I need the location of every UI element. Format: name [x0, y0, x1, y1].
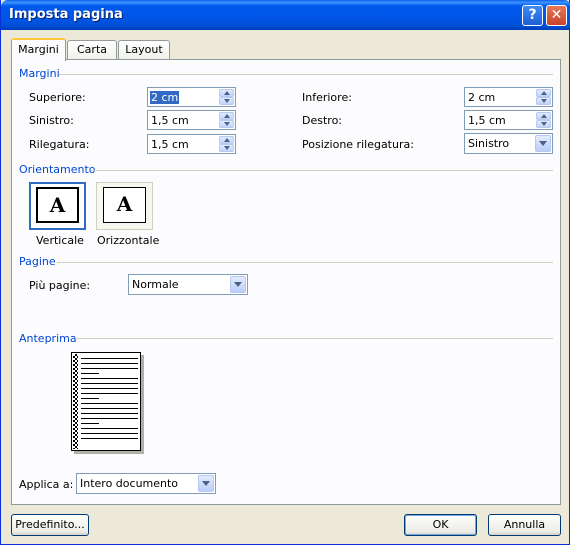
piu-pagine-label: Più pagine: — [29, 279, 91, 292]
preview-text-line — [81, 378, 138, 379]
section-separator — [91, 170, 553, 171]
page-setup-dialog: Imposta pagina ? ✕ Margini Carta Layout … — [0, 0, 570, 545]
ok-button[interactable]: OK — [404, 514, 477, 536]
orientation-landscape-button[interactable]: A — [96, 182, 153, 230]
preview-text-line — [81, 438, 138, 439]
chevron-down-icon[interactable] — [535, 135, 551, 152]
sinistro-spinner[interactable]: 1,5 cm — [147, 110, 236, 130]
preview-text-line — [81, 388, 138, 389]
portrait-label: Verticale — [36, 234, 84, 247]
help-button[interactable]: ? — [522, 5, 543, 26]
spin-up-icon[interactable] — [536, 89, 551, 97]
posizione-rilegatura-value: Sinistro — [468, 137, 510, 150]
section-orientamento-title: Orientamento — [19, 163, 96, 176]
sinistro-spin-arrows[interactable] — [219, 112, 234, 128]
landscape-page-icon: A — [103, 187, 146, 223]
piu-pagine-select[interactable]: Normale — [128, 274, 248, 295]
rilegatura-spinner[interactable]: 1,5 cm — [147, 134, 236, 154]
destro-value[interactable]: 1,5 cm — [468, 114, 506, 127]
applica-a-value: Intero documento — [80, 477, 179, 490]
inferiore-spinner[interactable]: 2 cm — [464, 87, 553, 107]
preview-text-line — [81, 408, 138, 409]
preview-text-line — [81, 413, 138, 414]
posizione-rilegatura-select[interactable]: Sinistro — [464, 133, 553, 154]
piu-pagine-value: Normale — [132, 278, 179, 291]
spin-down-icon[interactable] — [219, 97, 234, 105]
applica-a-label: Applica a: — [19, 478, 74, 491]
landscape-glyph: A — [116, 192, 133, 216]
applica-a-select[interactable]: Intero documento — [76, 473, 216, 494]
inferiore-label: Inferiore: — [302, 91, 352, 104]
preview-text-line — [81, 363, 138, 364]
sinistro-value[interactable]: 1,5 cm — [151, 114, 189, 127]
preview-text-line — [81, 403, 138, 404]
preview-text-line — [81, 373, 99, 374]
rilegatura-value[interactable]: 1,5 cm — [151, 138, 189, 151]
spin-up-icon[interactable] — [219, 136, 234, 144]
preview-text-line — [81, 398, 99, 399]
chevron-down-icon[interactable] — [230, 276, 246, 293]
superiore-label: Superiore: — [29, 91, 86, 104]
cancel-button[interactable]: Annulla — [488, 514, 561, 536]
rilegatura-label: Rilegatura: — [29, 138, 90, 151]
inferiore-value[interactable]: 2 cm — [468, 91, 495, 104]
sinistro-label: Sinistro: — [29, 114, 74, 127]
preview-text-line — [81, 368, 138, 369]
inferiore-spin-arrows[interactable] — [536, 89, 551, 105]
tab-carta[interactable]: Carta — [67, 40, 117, 60]
section-margini-title: Margini — [19, 67, 60, 80]
spin-up-icon[interactable] — [536, 112, 551, 120]
page-preview — [71, 352, 141, 451]
tab-layout[interactable]: Layout — [118, 40, 170, 60]
superiore-spin-arrows[interactable] — [219, 89, 234, 105]
portrait-glyph: A — [49, 193, 66, 217]
dialog-title: Imposta pagina — [9, 7, 123, 22]
superiore-spinner[interactable]: 2 cm — [147, 87, 236, 107]
preview-text-line — [81, 358, 138, 359]
destro-spin-arrows[interactable] — [536, 112, 551, 128]
preview-text-line — [81, 393, 138, 394]
portrait-page-icon: A — [36, 187, 79, 223]
title-bar: Imposta pagina ? ✕ — [1, 0, 570, 30]
preview-text-line — [81, 423, 99, 424]
superiore-value[interactable]: 2 cm — [150, 91, 180, 104]
spin-down-icon[interactable] — [219, 144, 234, 152]
default-button[interactable]: Predefinito... — [11, 514, 89, 536]
spin-down-icon[interactable] — [536, 120, 551, 128]
gutter-marker — [73, 354, 78, 449]
chevron-down-icon[interactable] — [198, 475, 214, 492]
destro-label: Destro: — [302, 114, 342, 127]
spin-down-icon[interactable] — [219, 120, 234, 128]
orientation-portrait-button[interactable]: A — [29, 182, 86, 230]
spin-up-icon[interactable] — [219, 89, 234, 97]
destro-spinner[interactable]: 1,5 cm — [464, 110, 553, 130]
preview-text-line — [81, 383, 138, 384]
spin-down-icon[interactable] — [536, 97, 551, 105]
section-anteprima-title: Anteprima — [19, 332, 77, 345]
posizione-rilegatura-label: Posizione rilegatura: — [302, 138, 414, 151]
spin-up-icon[interactable] — [219, 112, 234, 120]
tab-margini[interactable]: Margini — [11, 38, 66, 61]
section-separator — [59, 74, 553, 75]
close-button[interactable]: ✕ — [546, 5, 567, 26]
preview-text-line — [81, 433, 138, 434]
section-pagine-title: Pagine — [19, 255, 56, 268]
section-separator — [57, 262, 553, 263]
preview-text-line — [81, 418, 138, 419]
rilegatura-spin-arrows[interactable] — [219, 136, 234, 152]
landscape-label: Orizzontale — [97, 234, 160, 247]
preview-text-line — [81, 428, 138, 429]
section-separator — [75, 338, 553, 339]
